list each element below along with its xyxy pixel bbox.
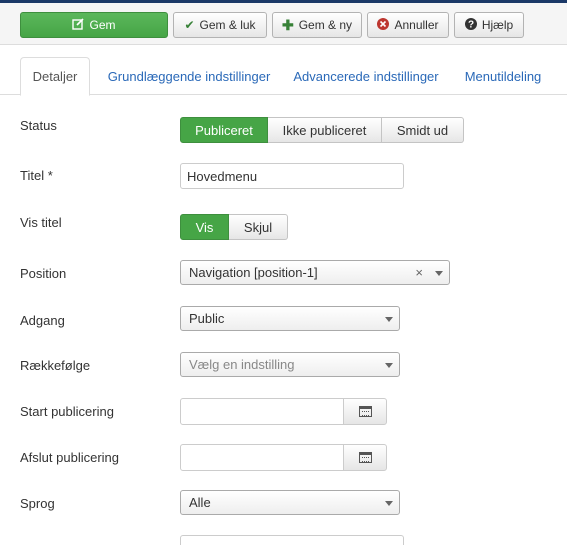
status-unpublished-option[interactable]: Ikke publiceret bbox=[268, 117, 382, 143]
title-label: Titel * bbox=[20, 168, 53, 183]
ordering-placeholder: Vælg en indstilling bbox=[189, 357, 295, 372]
tab-details[interactable]: Detaljer bbox=[20, 57, 90, 96]
tab-basic-settings[interactable]: Grundlæggende indstillinger bbox=[99, 57, 279, 95]
save-close-label: Gem & luk bbox=[199, 18, 256, 32]
publish-down-calendar-button[interactable] bbox=[343, 444, 387, 471]
save-button[interactable]: Gem bbox=[20, 12, 168, 38]
save-new-label: Gem & ny bbox=[298, 18, 353, 32]
chevron-down-icon bbox=[385, 501, 393, 506]
ordering-label: Rækkefølge bbox=[20, 358, 91, 373]
chevron-down-icon bbox=[385, 317, 393, 322]
publish-down-input[interactable] bbox=[180, 444, 344, 471]
status-toggle: Publiceret Ikke publiceret Smidt ud bbox=[180, 117, 464, 143]
position-value: Navigation [position-1] bbox=[189, 265, 318, 280]
cancel-button[interactable]: Annuller bbox=[367, 12, 449, 38]
tab-advanced-settings[interactable]: Advancerede indstillinger bbox=[288, 57, 444, 95]
plus-icon: ✚ bbox=[281, 17, 294, 33]
calendar-icon bbox=[358, 452, 372, 463]
show-title-toggle: Vis Skjul bbox=[180, 214, 288, 240]
tab-menu-assignment[interactable]: Menutildeling bbox=[458, 57, 548, 95]
toolbar: Gem ✔ Gem & luk ✚ Gem & ny Annuller ? Hj… bbox=[0, 3, 567, 45]
cancel-circle-icon bbox=[377, 18, 390, 32]
access-select[interactable]: Public bbox=[180, 306, 400, 331]
publish-up-input[interactable] bbox=[180, 398, 344, 425]
show-title-hide-option[interactable]: Skjul bbox=[229, 214, 288, 240]
publish-up-label: Start publicering bbox=[20, 404, 114, 419]
show-title-show-option[interactable]: Vis bbox=[180, 214, 229, 240]
status-label: Status bbox=[20, 118, 57, 133]
cancel-label: Annuller bbox=[394, 18, 439, 32]
show-title-label: Vis titel bbox=[20, 215, 62, 230]
access-label: Adgang bbox=[20, 313, 65, 328]
calendar-icon bbox=[358, 406, 372, 417]
position-select[interactable]: Navigation [position-1] × bbox=[180, 260, 450, 285]
status-trashed-option[interactable]: Smidt ud bbox=[382, 117, 464, 143]
question-icon: ? bbox=[464, 18, 477, 32]
svg-text:?: ? bbox=[468, 20, 474, 31]
help-label: Hjælp bbox=[481, 18, 514, 32]
ordering-select[interactable]: Vælg en indstilling bbox=[180, 352, 400, 377]
language-label: Sprog bbox=[20, 496, 55, 511]
chevron-down-icon bbox=[435, 271, 443, 276]
clear-icon[interactable]: × bbox=[415, 265, 423, 280]
title-input[interactable]: Hovedmenu bbox=[180, 163, 404, 189]
access-value: Public bbox=[189, 311, 225, 326]
publish-up-calendar-button[interactable] bbox=[343, 398, 387, 425]
language-select[interactable]: Alle bbox=[180, 490, 400, 515]
chevron-down-icon bbox=[385, 363, 393, 368]
language-value: Alle bbox=[189, 495, 211, 510]
save-close-button[interactable]: ✔ Gem & luk bbox=[173, 12, 267, 38]
save-new-button[interactable]: ✚ Gem & ny bbox=[272, 12, 362, 38]
position-label: Position bbox=[20, 266, 67, 281]
help-button[interactable]: ? Hjælp bbox=[454, 12, 524, 38]
tab-bar: Detaljer Grundlæggende indstillinger Adv… bbox=[0, 45, 567, 96]
edit-icon bbox=[72, 18, 85, 32]
status-published-option[interactable]: Publiceret bbox=[180, 117, 268, 143]
publish-down-label: Afslut publicering bbox=[20, 450, 119, 465]
save-label: Gem bbox=[89, 18, 116, 32]
next-field-edge bbox=[180, 535, 404, 545]
checkmark-icon: ✔ bbox=[184, 18, 195, 32]
